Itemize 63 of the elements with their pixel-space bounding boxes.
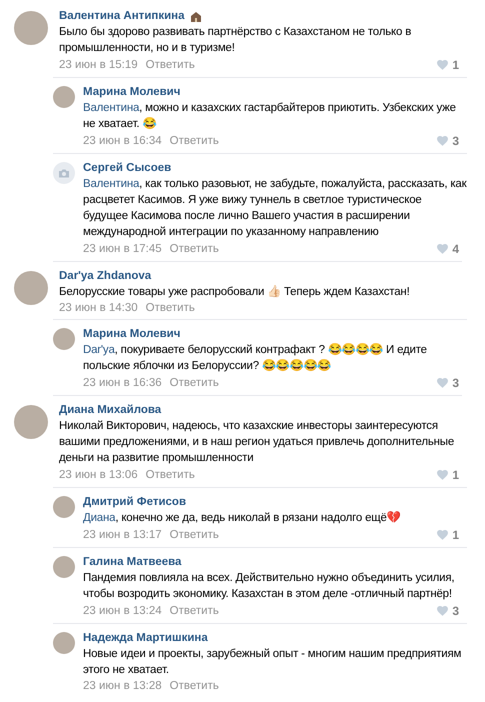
comment-date[interactable]: 23 июн в 13:06: [59, 467, 138, 483]
reply-link[interactable]: Ответить: [170, 375, 219, 391]
mention-link[interactable]: Диана: [83, 512, 116, 524]
comment-date[interactable]: 23 июн в 13:17: [83, 527, 162, 543]
like-button[interactable]: 1: [437, 56, 459, 74]
camera-icon: [58, 168, 70, 178]
reply-link[interactable]: Ответить: [146, 467, 195, 483]
avatar[interactable]: [53, 632, 75, 654]
comment-date[interactable]: 23 июн в 16:36: [83, 375, 162, 391]
avatar[interactable]: [53, 556, 75, 578]
author-name[interactable]: Сергей Сысоев: [83, 160, 172, 176]
like-button[interactable]: 3: [437, 132, 459, 150]
author-name[interactable]: Марина Молевич: [83, 84, 180, 100]
heart-icon: [437, 470, 448, 480]
author-name[interactable]: Марина Молевич: [83, 326, 180, 342]
heart-icon: [437, 606, 448, 616]
avatar[interactable]: [53, 496, 75, 518]
comment-date[interactable]: 23 июн в 14:30: [59, 300, 138, 316]
reply-link[interactable]: Ответить: [146, 300, 195, 316]
like-button[interactable]: 3: [437, 374, 459, 392]
comment-text: Новые идеи и проекты, зарубежный опыт - многим нашим предприятиям этого не хватает.: [83, 647, 462, 678]
like-button[interactable]: 1: [437, 526, 459, 544]
author-name[interactable]: Надежда Мартишкина: [83, 630, 208, 646]
comment-date[interactable]: 23 июн в 16:34: [83, 133, 162, 149]
avatar[interactable]: [53, 86, 75, 108]
heart-icon: [437, 136, 448, 146]
heart-icon: [437, 244, 448, 254]
mention-link[interactable]: Валентина: [83, 102, 140, 114]
author-name[interactable]: Диана Михайлова: [59, 402, 162, 418]
mention-link[interactable]: Валентина: [83, 178, 140, 190]
reply-link[interactable]: Ответить: [146, 57, 195, 73]
comment-date[interactable]: 23 июн в 13:28: [83, 678, 162, 694]
reply-link[interactable]: Ответить: [170, 241, 219, 257]
avatar[interactable]: [14, 11, 48, 45]
comment-text: Валентина, как только разовьют, не забудьте, пожалуйста, рассказать, как расцветет Касимов. Я уже вижу туннель в светлое туристическое будущее Касимова после лично Вашего участия в расширении международной интеграции по указанному направлению: [83, 177, 467, 240]
like-button[interactable]: 3: [437, 602, 459, 620]
heart-icon: [437, 60, 448, 70]
reply-link[interactable]: Ответить: [170, 603, 219, 619]
avatar[interactable]: [14, 271, 48, 305]
author-name[interactable]: Валентина Антипкина: [59, 8, 185, 24]
mention-link[interactable]: Dar'ya: [83, 344, 115, 356]
comment-text: Было бы здорово развивать партнёрство с Казахстаном не только в промышленности, но и в туризме!: [59, 25, 412, 56]
reply-link[interactable]: Ответить: [170, 133, 219, 149]
comment-text: Николай Викторович, надеюсь, что казахские инвесторы заинтересуются вашими предложениями, и в наш регион удаться привлечь дополнительные деньги на развитие промышленности: [59, 419, 456, 466]
author-name[interactable]: Dar'ya Zhdanova: [59, 268, 152, 284]
comment-date[interactable]: 23 июн в 15:19: [59, 57, 138, 73]
reply-link[interactable]: Ответить: [170, 527, 219, 543]
heart-icon: [437, 378, 448, 388]
comment-text: Валентина, можно и казахских гастарбайтеров приютить. Узбекских уже не хватает. 😂: [83, 101, 457, 132]
like-button[interactable]: 1: [437, 466, 459, 484]
heart-icon: [437, 530, 448, 540]
comment-text: Пандемия повлияла на всех. Действительно нужно объединить усилия, чтобы возродить экономику. Казахстан в этом деле -отличный партнёр!: [83, 571, 456, 602]
comment-date[interactable]: 23 июн в 17:45: [83, 241, 162, 257]
comment-text: Диана, конечно же да, ведь николай в рязани надолго ещё💔: [83, 510, 402, 526]
avatar[interactable]: [53, 328, 75, 350]
author-name[interactable]: Дмитрий Фетисов: [83, 494, 186, 510]
comment-text: Dar'ya, покуриваете белорусский контрафакт ? 😂😂😂😂 И едите польские яблочки из Белоруссии? 😂😂😂😂😂: [83, 342, 428, 374]
comment-date[interactable]: 23 июн в 13:24: [83, 603, 162, 619]
reply-link[interactable]: Ответить: [170, 678, 219, 694]
avatar[interactable]: [14, 405, 48, 439]
comment-text: Белорусские товары уже распробовали 👍🏻 Теперь ждем Казахстан!: [59, 284, 411, 300]
author-name[interactable]: Галина Матвеева: [83, 554, 182, 570]
like-button[interactable]: 4: [437, 240, 459, 258]
